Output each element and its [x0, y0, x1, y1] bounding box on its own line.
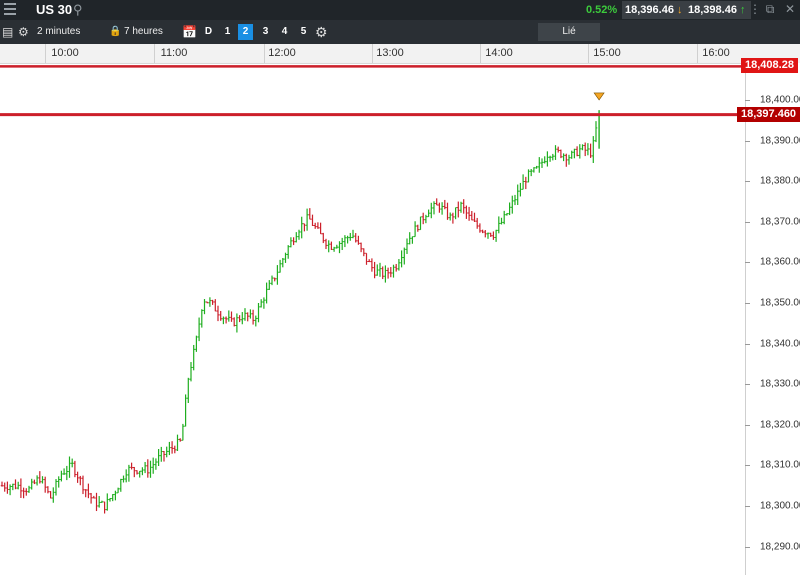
y-tick-mark [745, 384, 750, 386]
time-axis: 10:00 11:00 12:00 13:00 14:00 15:00 16:0… [0, 44, 800, 64]
time-label: 10:00 [51, 47, 79, 59]
link-button[interactable]: Lié [538, 23, 600, 41]
hamburger-icon[interactable] [4, 3, 16, 15]
y-tick-label: 18,340.00 [760, 338, 800, 350]
change-percent: 0.52% [586, 4, 618, 16]
timeframe-3[interactable]: 3 [258, 24, 273, 40]
y-tick-mark [745, 424, 750, 426]
settings-icon[interactable]: ⚙ [18, 20, 29, 44]
time-label: 11:00 [160, 47, 188, 59]
timeframe-1[interactable]: 1 [220, 24, 235, 40]
range-select[interactable]: 7 heures [124, 20, 163, 44]
y-tick-mark [745, 221, 750, 223]
detach-icon[interactable]: ⧉ [763, 2, 777, 16]
y-tick-mark [745, 181, 750, 183]
y-tick-mark [745, 262, 750, 264]
table-icon[interactable]: ▤ [2, 20, 13, 44]
time-separator [372, 44, 373, 63]
y-tick-label: 18,300.00 [760, 500, 800, 512]
more-icon[interactable]: ⋮ [748, 2, 762, 16]
level-label-upper: 18,408.28 [741, 58, 798, 74]
buy-price-button[interactable]: 18,398.46 ↑ [685, 1, 751, 19]
current-price-label: 18,397.460 [737, 106, 800, 122]
y-tick-mark [745, 506, 750, 507]
timeframe-4[interactable]: 4 [277, 24, 292, 40]
y-tick-label: 18,370.00 [760, 216, 800, 228]
time-separator [480, 44, 481, 63]
timeframe-d[interactable]: D [201, 24, 216, 40]
time-label: 16:00 [702, 47, 730, 59]
chart-settings-icon[interactable]: ⚙ [315, 20, 328, 44]
y-tick-mark [745, 100, 750, 101]
y-tick-mark [745, 303, 750, 304]
current-price-marker [593, 92, 605, 101]
y-tick-mark [745, 343, 750, 345]
timeframe-5[interactable]: 5 [296, 24, 311, 40]
time-separator [45, 44, 46, 63]
chart-toolbar: ▤ ⚙ 2 minutes 🔒 7 heures 📅 D 1 2 3 4 5 ⚙… [0, 20, 800, 44]
y-tick-label: 18,360.00 [760, 256, 800, 268]
close-icon[interactable]: ✕ [783, 2, 797, 16]
lock-icon: 🔒 [109, 26, 122, 37]
arrow-down-icon: ↓ [677, 4, 683, 16]
calendar-icon[interactable]: 📅 [182, 20, 197, 44]
timeframe-2[interactable]: 2 [238, 24, 253, 40]
time-label: 14:00 [485, 47, 513, 59]
time-separator [154, 44, 155, 63]
y-tick-label: 18,310.00 [760, 459, 800, 471]
title-bar: US 30 ⚲ 0.52% 18,396.46 ↓ 18,398.46 ↑ ⋮ … [0, 0, 800, 20]
time-separator [264, 44, 265, 63]
sell-price: 18,396.46 [625, 4, 674, 16]
y-tick-label: 18,290.00 [760, 541, 800, 553]
y-tick-label: 18,350.00 [760, 297, 800, 309]
arrow-up-icon: ↑ [740, 4, 746, 16]
y-tick-mark [745, 465, 750, 467]
sell-price-button[interactable]: 18,396.46 ↓ [622, 1, 690, 19]
symbol-title: US 30 [36, 2, 73, 17]
time-label: 15:00 [593, 47, 621, 59]
y-tick-label: 18,380.00 [760, 175, 800, 187]
time-separator [588, 44, 589, 63]
search-icon[interactable]: ⚲ [73, 2, 83, 18]
interval-select[interactable]: 2 minutes [37, 20, 80, 44]
buy-price: 18,398.46 [688, 4, 737, 16]
y-tick-mark [745, 546, 750, 548]
time-separator [697, 44, 698, 63]
price-chart[interactable] [0, 63, 745, 575]
time-label: 12:00 [268, 47, 296, 59]
y-tick-label: 18,400.00 [760, 94, 800, 106]
y-tick-mark [745, 140, 750, 142]
y-tick-label: 18,330.00 [760, 378, 800, 390]
time-label: 13:00 [376, 47, 404, 59]
y-tick-label: 18,320.00 [760, 419, 800, 431]
y-tick-label: 18,390.00 [760, 135, 800, 147]
